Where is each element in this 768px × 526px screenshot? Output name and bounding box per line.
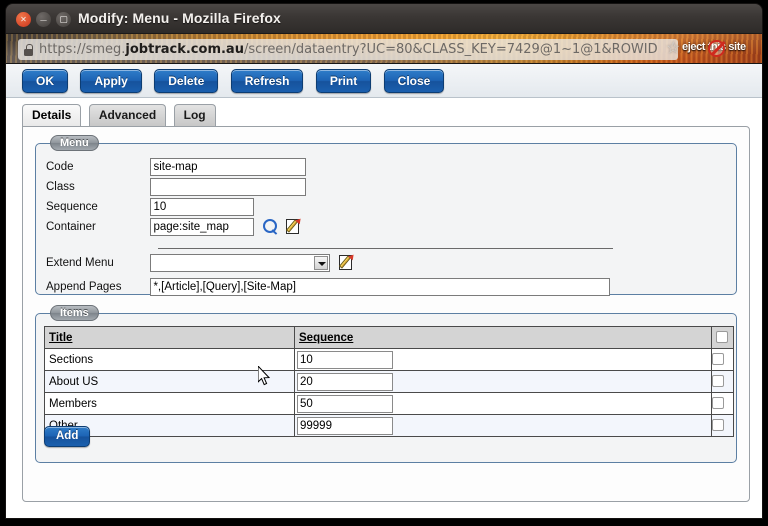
- tab-panel-details: Menu Code site-map Class Sequence 10 Con…: [22, 126, 750, 502]
- window-titlebar: Modify: Menu - Mozilla Firefox: [6, 4, 762, 34]
- row-title: Members: [45, 393, 295, 415]
- class-input[interactable]: [150, 178, 306, 196]
- row-sequence-input[interactable]: 50: [297, 395, 393, 413]
- url-domain: jobtrack.com.au: [125, 42, 244, 57]
- extend-menu-label: Extend Menu: [46, 254, 146, 273]
- column-header-select-all[interactable]: [712, 327, 734, 349]
- edit-icon[interactable]: [339, 254, 356, 271]
- row-title: Sections: [45, 349, 295, 371]
- search-icon[interactable]: [262, 218, 278, 235]
- url-text: https://smeg.jobtrack.com.au/screen/data…: [39, 42, 658, 57]
- append-pages-input[interactable]: *,[Article],[Query],[Site-Map]: [150, 278, 610, 296]
- row-checkbox[interactable]: [712, 353, 724, 365]
- maximize-icon: [56, 12, 71, 27]
- delete-button[interactable]: Delete: [154, 69, 218, 93]
- row-sequence-input[interactable]: 10: [297, 351, 393, 369]
- row-select-cell[interactable]: [712, 393, 734, 415]
- table-row: About US 20: [45, 371, 734, 393]
- menu-fieldset-legend: Menu: [50, 135, 99, 151]
- code-input[interactable]: site-map: [150, 158, 306, 176]
- table-row: Members 50: [45, 393, 734, 415]
- url-bar[interactable]: https://smeg.jobtrack.com.au/screen/data…: [18, 39, 678, 60]
- field-row-container: Container page:site_map: [46, 218, 303, 237]
- ok-button[interactable]: OK: [22, 69, 68, 93]
- column-header-sequence[interactable]: Sequence: [295, 327, 712, 349]
- section-divider: [158, 248, 613, 249]
- refresh-button[interactable]: Refresh: [231, 69, 304, 93]
- field-row-extend-menu: Extend Menu: [46, 254, 356, 273]
- apply-button[interactable]: Apply: [80, 69, 141, 93]
- select-all-checkbox[interactable]: [716, 331, 728, 343]
- row-sequence-input[interactable]: 99999: [297, 417, 393, 435]
- url-suffix: /screen/dataentry?UC=80&CLASS_KEY=7429@1…: [244, 42, 658, 57]
- row-sequence-cell: 20: [295, 371, 712, 393]
- items-table: Title Sequence Sections 10 About US: [44, 326, 734, 437]
- container-label: Container: [46, 218, 146, 237]
- row-sequence-cell: 10: [295, 349, 712, 371]
- class-label: Class: [46, 178, 146, 197]
- row-sequence-cell: 50: [295, 393, 712, 415]
- browser-navbar: https://smeg.jobtrack.com.au/screen/data…: [6, 34, 762, 64]
- container-input[interactable]: page:site_map: [150, 218, 254, 236]
- field-row-append-pages: Append Pages *,[Article],[Query],[Site-M…: [46, 278, 610, 297]
- window-close-button[interactable]: [16, 12, 31, 27]
- column-header-title[interactable]: Title: [45, 327, 295, 349]
- row-checkbox[interactable]: [712, 397, 724, 409]
- extend-menu-select[interactable]: [150, 254, 330, 272]
- row-sequence-cell: 99999: [295, 415, 712, 437]
- items-fieldset: Items Title Sequence Sections 10: [35, 313, 737, 463]
- row-select-cell[interactable]: [712, 371, 734, 393]
- noscript-icon[interactable]: [708, 40, 725, 57]
- items-fieldset-legend: Items: [50, 305, 99, 321]
- field-row-class: Class: [46, 178, 306, 197]
- code-label: Code: [46, 158, 146, 177]
- form-action-toolbar: OK Apply Delete Refresh Print Close: [6, 64, 762, 98]
- menu-fieldset: Menu Code site-map Class Sequence 10 Con…: [35, 143, 737, 295]
- row-select-cell[interactable]: [712, 415, 734, 437]
- window-maximize-button[interactable]: [56, 12, 71, 27]
- field-row-code: Code site-map: [46, 158, 306, 177]
- column-header-sequence-label[interactable]: Sequence: [299, 332, 353, 344]
- column-header-title-label[interactable]: Title: [49, 332, 72, 344]
- row-checkbox[interactable]: [712, 419, 724, 431]
- close-icon: [16, 12, 31, 27]
- window-title: Modify: Menu - Mozilla Firefox: [78, 10, 281, 26]
- sequence-label: Sequence: [46, 198, 146, 217]
- table-row: Sections 10: [45, 349, 734, 371]
- minimize-icon: [36, 12, 51, 27]
- tab-bar: Details Advanced Log: [22, 104, 762, 126]
- table-row: Other 99999: [45, 415, 734, 437]
- add-button[interactable]: Add: [44, 426, 90, 447]
- row-title: About US: [45, 371, 295, 393]
- edit-icon[interactable]: [286, 218, 303, 235]
- print-button[interactable]: Print: [316, 69, 371, 93]
- padlock-icon: [23, 44, 34, 56]
- tab-log[interactable]: Log: [174, 104, 216, 126]
- url-prefix: https://smeg.: [39, 42, 125, 57]
- sequence-input[interactable]: 10: [150, 198, 254, 216]
- chevron-down-icon[interactable]: [314, 256, 328, 270]
- close-button[interactable]: Close: [384, 69, 445, 93]
- star-icon[interactable]: ☆: [666, 40, 680, 58]
- append-pages-label: Append Pages: [46, 278, 146, 297]
- row-select-cell[interactable]: [712, 349, 734, 371]
- tab-advanced[interactable]: Advanced: [89, 104, 166, 126]
- page-viewport: OK Apply Delete Refresh Print Close Deta…: [6, 64, 762, 518]
- table-header-row: Title Sequence: [45, 327, 734, 349]
- row-sequence-input[interactable]: 20: [297, 373, 393, 391]
- tab-details[interactable]: Details: [22, 104, 81, 126]
- window-minimize-button[interactable]: [36, 12, 51, 27]
- firefox-window: Modify: Menu - Mozilla Firefox https://s…: [6, 4, 762, 518]
- row-checkbox[interactable]: [712, 375, 724, 387]
- field-row-sequence: Sequence 10: [46, 198, 254, 217]
